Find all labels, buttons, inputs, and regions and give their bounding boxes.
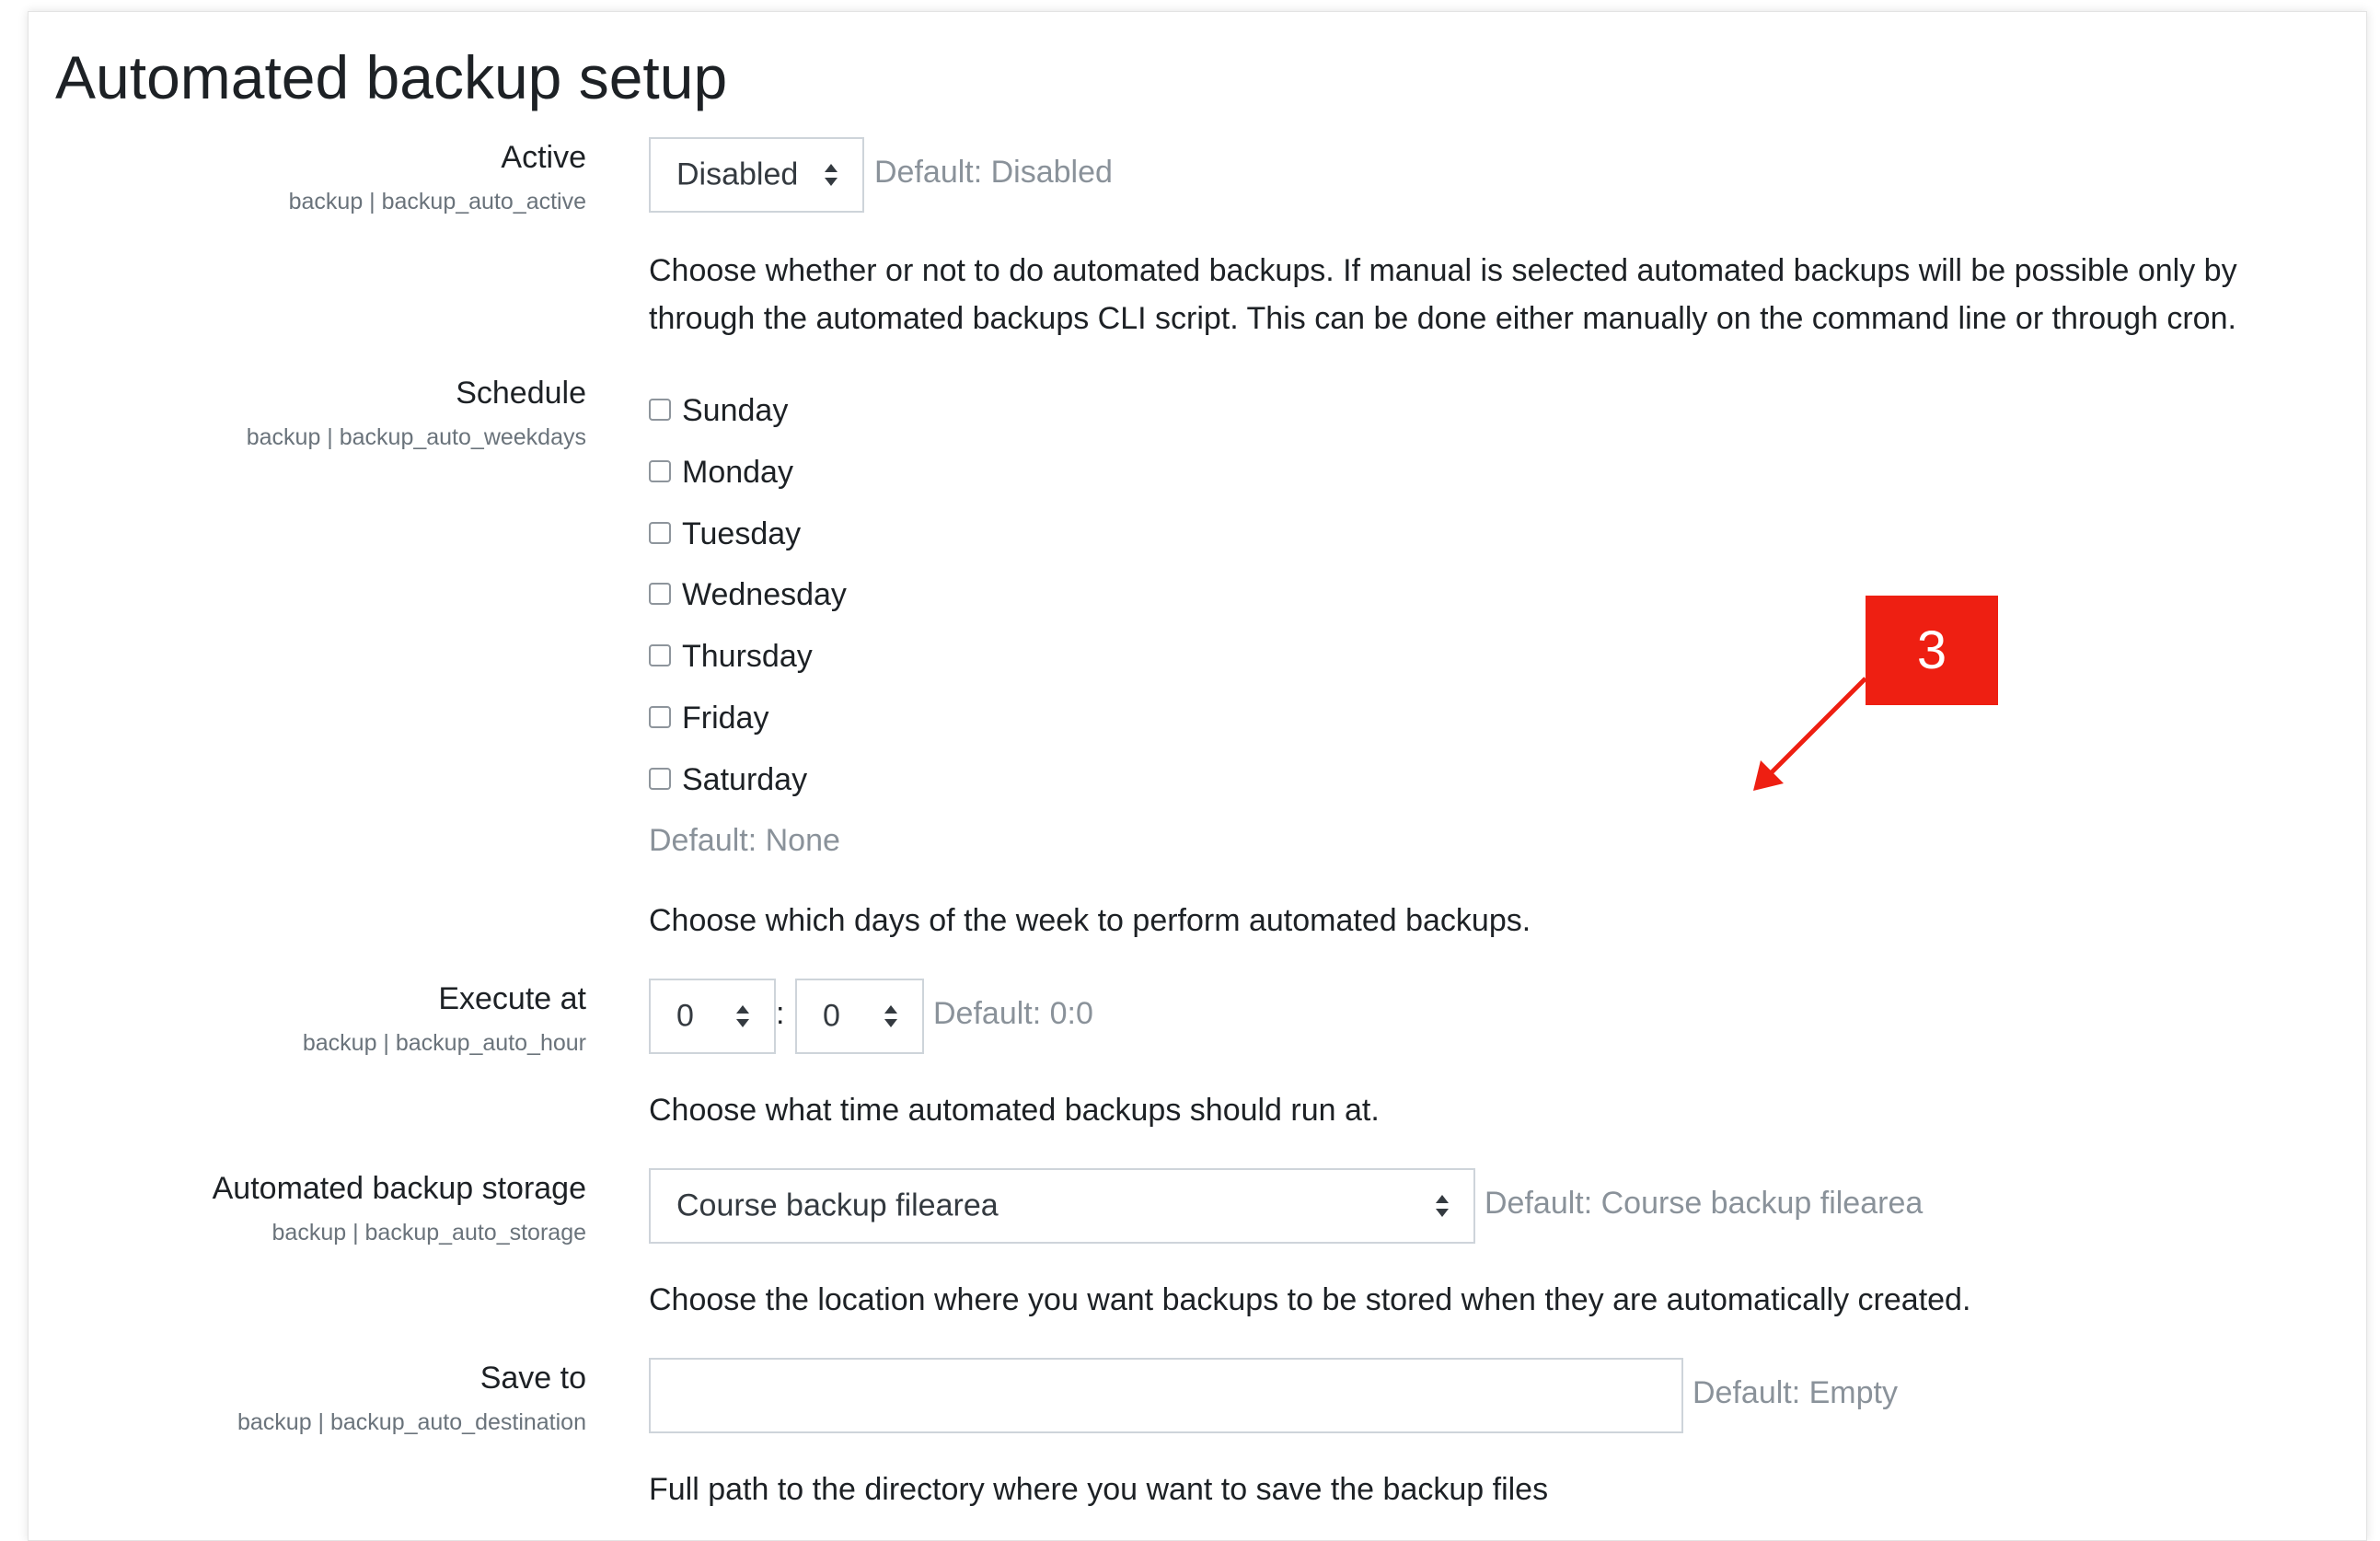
annotation-number: 3 [1916, 620, 1947, 680]
annotation-callout: 3 [1866, 596, 1998, 705]
annotation-arrow-icon [1753, 677, 1867, 791]
